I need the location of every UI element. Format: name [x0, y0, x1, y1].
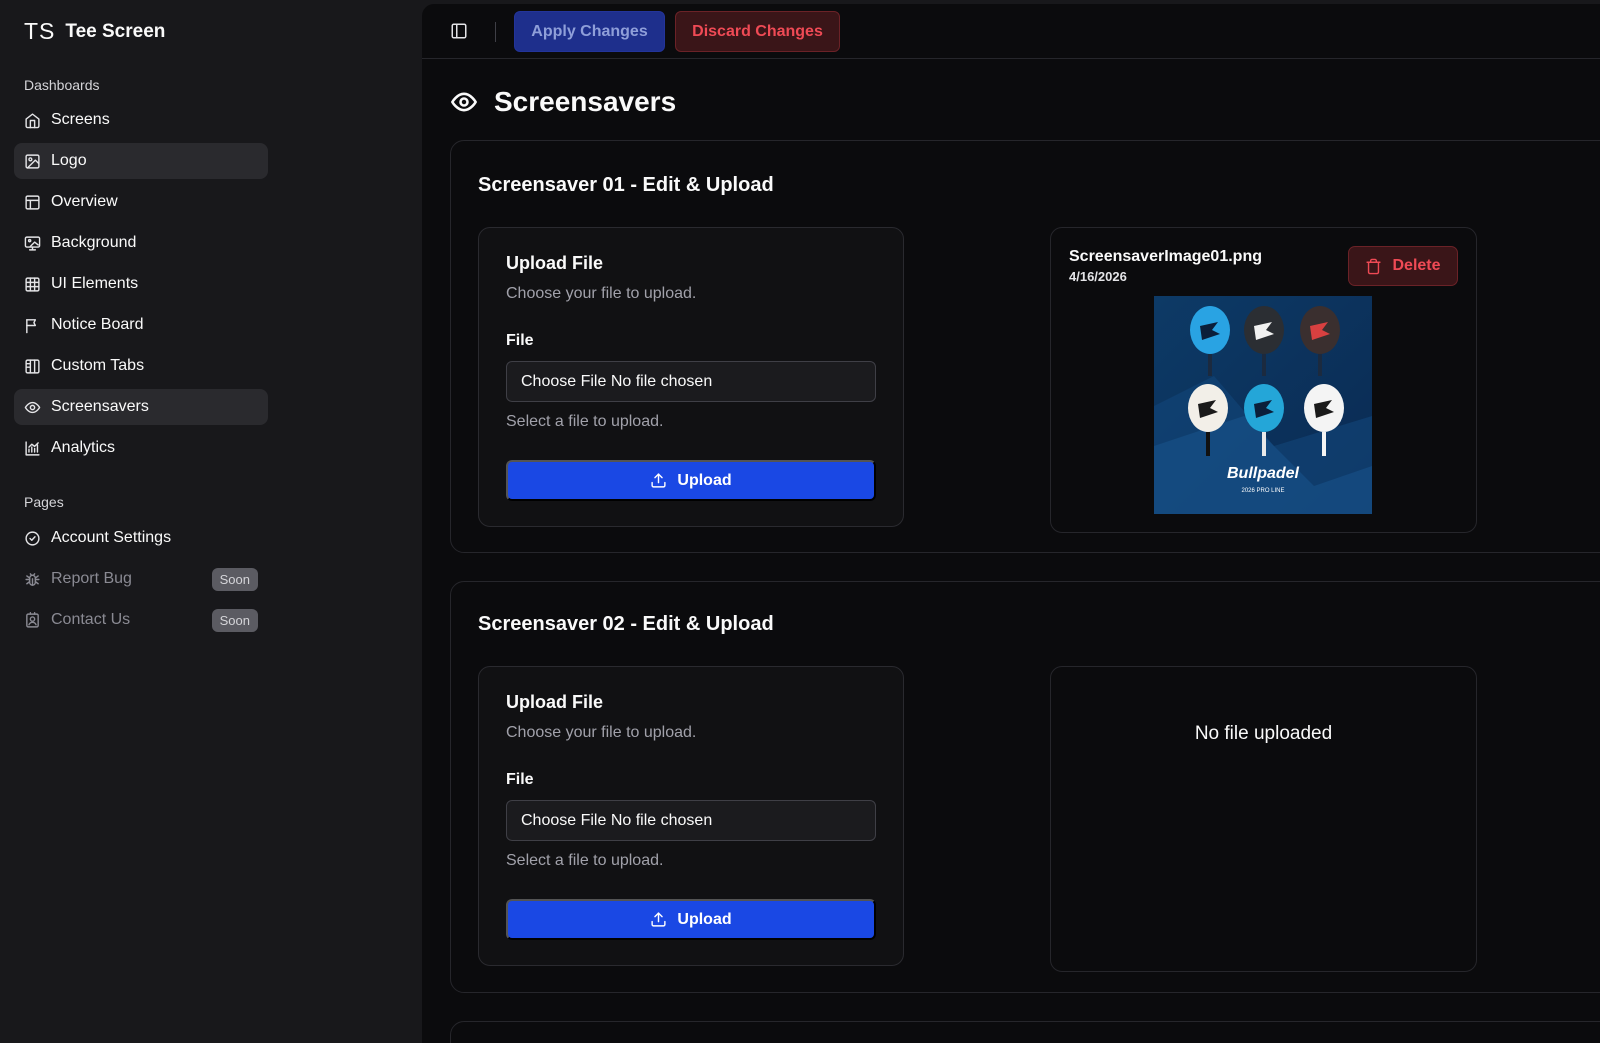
- sidebar-item-ui-elements[interactable]: UI Elements: [14, 266, 268, 302]
- chart-icon: [25, 440, 40, 456]
- screensaver-card-02: Screensaver 02 - Edit & Upload Upload Fi…: [450, 581, 1600, 993]
- delete-button[interactable]: Delete: [1348, 246, 1458, 286]
- file-name: ScreensaverImage01.png: [1069, 248, 1262, 265]
- no-file-message: No file uploaded: [1194, 723, 1333, 744]
- sidebar-item-label: Background: [51, 234, 137, 251]
- upload-icon: [651, 912, 666, 927]
- brand-name: Tee Screen: [65, 20, 166, 42]
- soon-badge: Soon: [211, 567, 258, 591]
- upload-icon: [651, 473, 666, 488]
- sidebar-item-background[interactable]: Background: [14, 225, 268, 261]
- sidebar-item-label: Analytics: [51, 439, 116, 456]
- file-field-label: File: [506, 771, 534, 788]
- upload-subtitle: Choose your file to upload.: [506, 285, 697, 302]
- upload-title: Upload File: [506, 692, 604, 712]
- sidebar-item-screens[interactable]: Screens: [14, 102, 268, 138]
- page-title: Screensavers: [494, 86, 677, 117]
- sidebar-item-label: Notice Board: [51, 316, 144, 333]
- upload-file-panel: Upload File Choose your file to upload. …: [478, 227, 904, 527]
- sidebar-item-label: Overview: [51, 193, 118, 210]
- delete-button-label: Delete: [1392, 257, 1441, 274]
- file-help-text: Select a file to upload.: [506, 852, 664, 869]
- sidebar-item-label: Custom Tabs: [51, 357, 145, 374]
- main-panel: Apply Changes Discard Changes Screensave…: [422, 4, 1600, 1043]
- top-toolbar: Apply Changes Discard Changes: [422, 4, 1600, 59]
- contact-icon: [26, 611, 39, 628]
- file-input[interactable]: Choose File No file chosen: [506, 361, 876, 402]
- upload-subtitle: Choose your file to upload.: [506, 724, 697, 741]
- pages-section-label: Pages: [24, 494, 64, 510]
- sidebar-toggle-button[interactable]: [450, 22, 468, 40]
- eye-icon: [24, 401, 41, 413]
- grid-icon: [25, 276, 40, 292]
- sidebar-item-screensavers[interactable]: Screensavers: [14, 389, 268, 425]
- bug-icon: [25, 572, 40, 586]
- monitor-image-icon: [24, 235, 41, 251]
- eye-icon: [451, 92, 477, 112]
- soon-badge: Soon: [211, 608, 258, 632]
- screensaver-title: Screensaver 01 - Edit & Upload: [478, 174, 774, 196]
- sidebar-item-label: Logo: [51, 152, 87, 169]
- sidebar-item-label: Screensavers: [51, 398, 149, 415]
- sidebar-item-label: Account Settings: [51, 529, 172, 546]
- upload-button[interactable]: Upload: [506, 899, 876, 940]
- file-preview-panel: No file uploaded: [1050, 666, 1477, 972]
- pages-nav: Account Settings Report Bug Soon Contact…: [14, 520, 268, 643]
- sidebar-item-label: Contact Us: [51, 611, 131, 628]
- file-help-text: Select a file to upload.: [506, 413, 664, 430]
- sidebar-item-account-settings[interactable]: Account Settings: [14, 520, 268, 556]
- upload-button-label: Upload: [677, 910, 732, 928]
- screensaver-image: Bullpadel 2026 PRO LINE: [1154, 296, 1372, 514]
- sidebar-item-report-bug[interactable]: Report Bug Soon: [14, 561, 268, 597]
- layout-icon: [25, 194, 40, 210]
- file-field-label: File: [506, 332, 534, 349]
- panel-left-icon: [451, 23, 467, 39]
- trash-icon: [1366, 258, 1382, 274]
- upload-button[interactable]: Upload: [506, 460, 876, 501]
- sidebar-item-analytics[interactable]: Analytics: [14, 430, 268, 466]
- apply-changes-button[interactable]: Apply Changes: [514, 11, 665, 52]
- sidebar-item-custom-tabs[interactable]: Custom Tabs: [14, 348, 268, 384]
- sidebar-item-label: Report Bug: [51, 570, 132, 587]
- file-date: 4/16/2026: [1069, 269, 1127, 284]
- sidebar-item-notice-board[interactable]: Notice Board: [14, 307, 268, 343]
- upload-title: Upload File: [506, 253, 604, 273]
- dashboards-nav: Screens Logo Overview Background UI Elem…: [14, 102, 268, 471]
- page-header: Screensavers: [450, 86, 676, 118]
- sidebar-item-label: UI Elements: [51, 275, 139, 292]
- sidebar-item-overview[interactable]: Overview: [14, 184, 268, 220]
- screensaver-card-03: [450, 1021, 1600, 1043]
- toolbar-divider: [495, 22, 496, 42]
- screensaver-title: Screensaver 02 - Edit & Upload: [478, 613, 774, 635]
- dashboards-section-label: Dashboards: [24, 77, 100, 93]
- upload-button-label: Upload: [677, 471, 732, 489]
- image-caption-text: 2026 PRO LINE: [1241, 488, 1284, 494]
- columns-icon: [25, 358, 40, 374]
- screensaver-card-01: Screensaver 01 - Edit & Upload Upload Fi…: [450, 140, 1600, 553]
- upload-file-panel: Upload File Choose your file to upload. …: [478, 666, 904, 966]
- file-input[interactable]: Choose File No file chosen: [506, 800, 876, 841]
- file-preview-panel: ScreensaverImage01.png 4/16/2026 Delete: [1050, 227, 1477, 533]
- sidebar-item-contact-us[interactable]: Contact Us Soon: [14, 602, 268, 638]
- image-brand-text: Bullpadel: [1227, 465, 1300, 482]
- discard-changes-button[interactable]: Discard Changes: [675, 11, 840, 52]
- sidebar-item-logo[interactable]: Logo: [14, 143, 268, 179]
- image-icon: [25, 153, 40, 169]
- check-circle-icon: [25, 530, 40, 546]
- sidebar: TS Tee Screen Dashboards Screens Logo Ov…: [0, 0, 422, 1043]
- sidebar-item-label: Screens: [51, 111, 110, 128]
- home-icon: [25, 112, 40, 128]
- flag-icon: [26, 318, 37, 333]
- brand-logo: TS: [24, 18, 56, 44]
- brand[interactable]: TS Tee Screen: [24, 18, 165, 45]
